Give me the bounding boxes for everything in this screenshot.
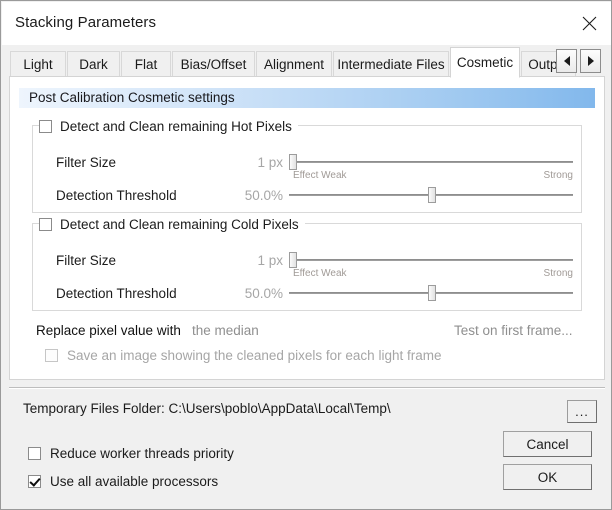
cold-pixels-group-label: Detect and Clean remaining Cold Pixels <box>60 216 299 232</box>
cancel-button[interactable]: Cancel <box>503 431 592 457</box>
use-all-processors-row[interactable]: Use all available processors <box>19 474 218 489</box>
tab-dark[interactable]: Dark <box>67 51 120 77</box>
reduce-priority-row[interactable]: Reduce worker threads priority <box>19 446 234 461</box>
tab-scroll-left-button[interactable] <box>556 49 577 73</box>
tab-alignment[interactable]: Alignment <box>256 51 332 77</box>
cold-pixels-checkbox[interactable] <box>39 217 52 231</box>
close-icon <box>582 16 597 31</box>
hot-scale-max-label: Strong <box>543 170 573 181</box>
hot-threshold-value: 50.0% <box>244 188 283 203</box>
hot-pixels-group: Detect and Clean remaining Hot Pixels Fi… <box>32 118 582 213</box>
tab-intermediate-files[interactable]: Intermediate Files <box>333 51 449 77</box>
cosmetic-tab-page: Post Calibration Cosmetic settings Detec… <box>9 76 605 380</box>
triangle-left-icon <box>563 56 570 66</box>
slider-thumb[interactable] <box>289 252 297 268</box>
hot-threshold-label: Detection Threshold <box>56 188 177 203</box>
cold-filter-size-value: 1 px <box>257 253 283 268</box>
slider-track <box>289 259 573 261</box>
save-cleaned-image-checkbox[interactable] <box>45 349 58 362</box>
test-on-first-frame-link[interactable]: Test on first frame... <box>454 323 573 338</box>
tab-light[interactable]: Light <box>10 51 66 77</box>
save-cleaned-image-label: Save an image showing the cleaned pixels… <box>67 348 442 363</box>
section-banner: Post Calibration Cosmetic settings <box>19 88 595 108</box>
tab-bias-offset[interactable]: Bias/Offset <box>172 51 255 77</box>
use-all-available-processors-checkbox[interactable] <box>28 475 41 488</box>
hot-pixels-group-label: Detect and Clean remaining Hot Pixels <box>60 118 292 134</box>
ok-button[interactable]: OK <box>503 464 592 490</box>
cold-pixels-group: Detect and Clean remaining Cold Pixels F… <box>32 216 582 311</box>
slider-track <box>289 161 573 163</box>
temporary-files-folder-text: Temporary Files Folder: C:\Users\poblo\A… <box>23 401 391 416</box>
slider-thumb[interactable] <box>428 285 437 301</box>
close-button[interactable] <box>566 2 611 45</box>
hot-filter-size-value: 1 px <box>257 155 283 170</box>
hot-scale-min-label: Effect Weak <box>293 170 347 181</box>
hot-threshold-slider[interactable] <box>289 186 573 204</box>
replace-pixel-value-label: Replace pixel value with <box>36 323 181 338</box>
stacking-parameters-dialog: Stacking Parameters Light Dark Flat Bias… <box>0 0 612 510</box>
tab-flat[interactable]: Flat <box>121 51 171 77</box>
tab-cosmetic[interactable]: Cosmetic <box>450 47 520 78</box>
hot-pixels-checkbox[interactable] <box>39 119 52 133</box>
hot-filter-size-label: Filter Size <box>56 155 117 170</box>
replace-pixel-value-selector[interactable]: the median <box>192 323 259 338</box>
cold-threshold-label: Detection Threshold <box>56 286 177 301</box>
title-bar: Stacking Parameters <box>2 2 611 45</box>
cold-threshold-slider[interactable] <box>289 284 573 302</box>
browse-folder-button[interactable]: ... <box>567 400 597 423</box>
use-all-available-processors-label: Use all available processors <box>50 474 219 489</box>
window-title: Stacking Parameters <box>15 14 157 31</box>
section-banner-label: Post Calibration Cosmetic settings <box>29 90 235 105</box>
tab-scroll-right-button[interactable] <box>580 49 601 73</box>
cold-threshold-value: 50.0% <box>244 286 283 301</box>
cold-pixels-group-header[interactable]: Detect and Clean remaining Cold Pixels <box>39 216 305 232</box>
hot-pixels-group-header[interactable]: Detect and Clean remaining Hot Pixels <box>39 118 298 134</box>
reduce-worker-threads-priority-checkbox[interactable] <box>28 447 41 460</box>
cold-scale-min-label: Effect Weak <box>293 268 347 279</box>
reduce-worker-threads-priority-label: Reduce worker threads priority <box>50 446 234 461</box>
cold-filter-size-label: Filter Size <box>56 253 117 268</box>
save-cleaned-image-row[interactable]: Save an image showing the cleaned pixels… <box>45 348 441 363</box>
slider-thumb[interactable] <box>289 154 297 170</box>
cold-filter-size-slider[interactable] <box>289 251 573 269</box>
triangle-right-icon <box>587 56 594 66</box>
hot-filter-size-slider[interactable] <box>289 153 573 171</box>
cold-scale-max-label: Strong <box>543 268 573 279</box>
footer-divider <box>9 387 605 389</box>
tab-strip: Light Dark Flat Bias/Offset Alignment In… <box>2 45 611 78</box>
slider-thumb[interactable] <box>428 187 437 203</box>
